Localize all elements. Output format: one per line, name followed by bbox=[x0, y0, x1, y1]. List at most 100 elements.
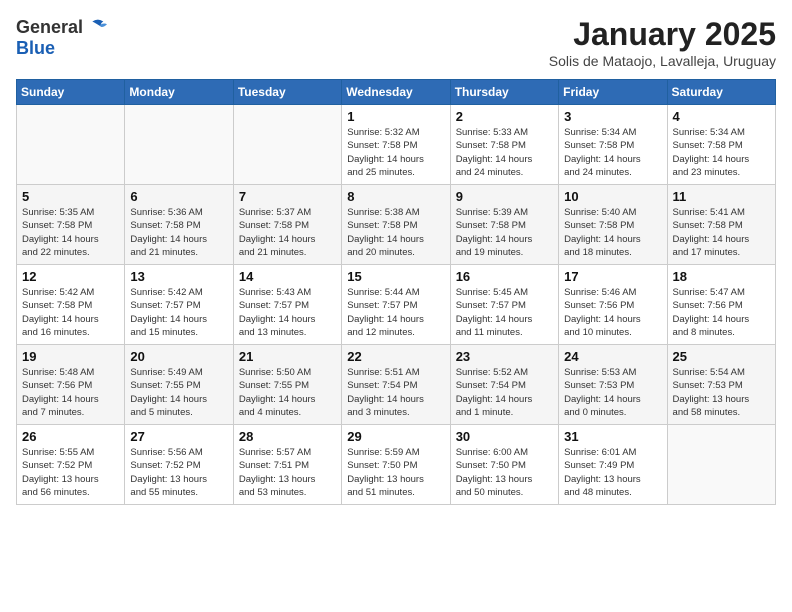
day-number: 21 bbox=[239, 349, 336, 364]
title-area: January 2025 Solis de Mataojo, Lavalleja… bbox=[549, 16, 776, 69]
calendar-cell: 9Sunrise: 5:39 AMSunset: 7:58 PMDaylight… bbox=[450, 185, 558, 265]
calendar-cell: 16Sunrise: 5:45 AMSunset: 7:57 PMDayligh… bbox=[450, 265, 558, 345]
day-number: 18 bbox=[673, 269, 770, 284]
day-number: 3 bbox=[564, 109, 661, 124]
cell-info: Sunrise: 6:01 AMSunset: 7:49 PMDaylight:… bbox=[564, 446, 661, 499]
calendar-cell: 6 Sunrise: 5:36 AMSunset: 7:58 PMDaylight… bbox=[125, 185, 233, 265]
day-number: 15 bbox=[347, 269, 444, 284]
day-number: 28 bbox=[239, 429, 336, 444]
calendar-cell: 19 Sunrise: 5:48 AMSunset: 7:56 PMDayligh… bbox=[17, 345, 125, 425]
day-number: 7 bbox=[239, 189, 336, 204]
cell-info: Sunrise: 5:38 AMSunset: 7:58 PMDaylight:… bbox=[347, 206, 444, 259]
day-number: 26 bbox=[22, 429, 119, 444]
cell-info: Sunrise: 5:33 AMSunset: 7:58 PMDaylight:… bbox=[456, 126, 553, 179]
day-number: 17 bbox=[564, 269, 661, 284]
day-number: 6 bbox=[130, 189, 227, 204]
calendar-week-row: 12 Sunrise: 5:42 AMSunset: 7:58 PMDayligh… bbox=[17, 265, 776, 345]
weekday-header: Thursday bbox=[450, 80, 558, 105]
calendar-week-row: 19 Sunrise: 5:48 AMSunset: 7:56 PMDayligh… bbox=[17, 345, 776, 425]
weekday-header: Saturday bbox=[667, 80, 775, 105]
day-number: 9 bbox=[456, 189, 553, 204]
cell-info: Sunrise: 5:41 AMSunset: 7:58 PMDaylight:… bbox=[673, 206, 770, 259]
calendar-cell: 28 Sunrise: 5:57 AMSunset: 7:51 PMDayligh… bbox=[233, 425, 341, 505]
cell-info: Sunrise: 5:55 AMSunset: 7:52 PMDaylight:… bbox=[22, 446, 119, 499]
cell-info: Sunrise: 5:49 AMSunset: 7:55 PMDaylight:… bbox=[130, 366, 227, 419]
logo: General Blue bbox=[16, 16, 107, 59]
cell-info: Sunrise: 5:56 AMSunset: 7:52 PMDaylight:… bbox=[130, 446, 227, 499]
logo-blue-text: Blue bbox=[16, 38, 55, 58]
day-number: 4 bbox=[673, 109, 770, 124]
cell-info: Sunrise: 5:52 AMSunset: 7:54 PMDaylight:… bbox=[456, 366, 553, 419]
cell-info: Sunrise: 5:57 AMSunset: 7:51 PMDaylight:… bbox=[239, 446, 336, 499]
calendar-header: SundayMondayTuesdayWednesdayThursdayFrid… bbox=[17, 80, 776, 105]
calendar-cell: 2 Sunrise: 5:33 AMSunset: 7:58 PMDaylight… bbox=[450, 105, 558, 185]
day-number: 29 bbox=[347, 429, 444, 444]
day-number: 12 bbox=[22, 269, 119, 284]
weekday-header: Wednesday bbox=[342, 80, 450, 105]
cell-info: Sunrise: 5:46 AMSunset: 7:56 PMDaylight:… bbox=[564, 286, 661, 339]
calendar-cell: 26 Sunrise: 5:55 AMSunset: 7:52 PMDayligh… bbox=[17, 425, 125, 505]
calendar-cell: 14 Sunrise: 5:43 AMSunset: 7:57 PMDayligh… bbox=[233, 265, 341, 345]
cell-info: Sunrise: 5:36 AMSunset: 7:58 PMDaylight:… bbox=[130, 206, 227, 259]
cell-info: Sunrise: 5:54 AMSunset: 7:53 PMDaylight:… bbox=[673, 366, 770, 419]
calendar-cell: 29 Sunrise: 5:59 AMSunset: 7:50 PMDayligh… bbox=[342, 425, 450, 505]
cell-info: Sunrise: 5:42 AMSunset: 7:58 PMDaylight:… bbox=[22, 286, 119, 339]
cell-info: Sunrise: 5:53 AMSunset: 7:53 PMDaylight:… bbox=[564, 366, 661, 419]
calendar-cell bbox=[17, 105, 125, 185]
weekday-header: Sunday bbox=[17, 80, 125, 105]
day-number: 10 bbox=[564, 189, 661, 204]
calendar-cell: 13 Sunrise: 5:42 AMSunset: 7:57 PMDayligh… bbox=[125, 265, 233, 345]
cell-info: Sunrise: 5:32 AMSunset: 7:58 PMDaylight:… bbox=[347, 126, 444, 179]
day-number: 24 bbox=[564, 349, 661, 364]
day-number: 22 bbox=[347, 349, 444, 364]
calendar-week-row: 26 Sunrise: 5:55 AMSunset: 7:52 PMDayligh… bbox=[17, 425, 776, 505]
day-number: 19 bbox=[22, 349, 119, 364]
day-number: 2 bbox=[456, 109, 553, 124]
calendar-cell: 22Sunrise: 5:51 AMSunset: 7:54 PMDayligh… bbox=[342, 345, 450, 425]
weekday-header: Monday bbox=[125, 80, 233, 105]
calendar-cell: 4 Sunrise: 5:34 AMSunset: 7:58 PMDaylight… bbox=[667, 105, 775, 185]
cell-info: Sunrise: 5:37 AMSunset: 7:58 PMDaylight:… bbox=[239, 206, 336, 259]
calendar-cell bbox=[125, 105, 233, 185]
day-number: 8 bbox=[347, 189, 444, 204]
calendar-cell: 15 Sunrise: 5:44 AMSunset: 7:57 PMDayligh… bbox=[342, 265, 450, 345]
weekday-header: Tuesday bbox=[233, 80, 341, 105]
calendar-cell: 1Sunrise: 5:32 AMSunset: 7:58 PMDaylight… bbox=[342, 105, 450, 185]
day-number: 25 bbox=[673, 349, 770, 364]
weekday-header: Friday bbox=[559, 80, 667, 105]
calendar-cell: 24 Sunrise: 5:53 AMSunset: 7:53 PMDayligh… bbox=[559, 345, 667, 425]
day-number: 27 bbox=[130, 429, 227, 444]
calendar-cell: 10 Sunrise: 5:40 AMSunset: 7:58 PMDayligh… bbox=[559, 185, 667, 265]
page-header: General Blue January 2025 Solis de Matao… bbox=[16, 16, 776, 69]
month-title: January 2025 bbox=[549, 16, 776, 53]
cell-info: Sunrise: 5:42 AMSunset: 7:57 PMDaylight:… bbox=[130, 286, 227, 339]
cell-info: Sunrise: 5:47 AMSunset: 7:56 PMDaylight:… bbox=[673, 286, 770, 339]
calendar-table: SundayMondayTuesdayWednesdayThursdayFrid… bbox=[16, 79, 776, 505]
cell-info: Sunrise: 5:45 AMSunset: 7:57 PMDaylight:… bbox=[456, 286, 553, 339]
day-number: 20 bbox=[130, 349, 227, 364]
weekday-header-row: SundayMondayTuesdayWednesdayThursdayFrid… bbox=[17, 80, 776, 105]
calendar-cell: 3Sunrise: 5:34 AMSunset: 7:58 PMDaylight… bbox=[559, 105, 667, 185]
calendar-cell bbox=[667, 425, 775, 505]
day-number: 30 bbox=[456, 429, 553, 444]
calendar-cell: 31Sunrise: 6:01 AMSunset: 7:49 PMDayligh… bbox=[559, 425, 667, 505]
cell-info: Sunrise: 5:48 AMSunset: 7:56 PMDaylight:… bbox=[22, 366, 119, 419]
day-number: 14 bbox=[239, 269, 336, 284]
calendar-cell: 23Sunrise: 5:52 AMSunset: 7:54 PMDayligh… bbox=[450, 345, 558, 425]
cell-info: Sunrise: 5:34 AMSunset: 7:58 PMDaylight:… bbox=[673, 126, 770, 179]
day-number: 13 bbox=[130, 269, 227, 284]
logo-general-text: General bbox=[16, 17, 83, 38]
calendar-cell: 12 Sunrise: 5:42 AMSunset: 7:58 PMDayligh… bbox=[17, 265, 125, 345]
calendar-cell bbox=[233, 105, 341, 185]
calendar-cell: 5Sunrise: 5:35 AMSunset: 7:58 PMDaylight… bbox=[17, 185, 125, 265]
calendar-body: 1Sunrise: 5:32 AMSunset: 7:58 PMDaylight… bbox=[17, 105, 776, 505]
calendar-cell: 27 Sunrise: 5:56 AMSunset: 7:52 PMDayligh… bbox=[125, 425, 233, 505]
day-number: 11 bbox=[673, 189, 770, 204]
cell-info: Sunrise: 5:43 AMSunset: 7:57 PMDaylight:… bbox=[239, 286, 336, 339]
cell-info: Sunrise: 5:59 AMSunset: 7:50 PMDaylight:… bbox=[347, 446, 444, 499]
calendar-cell: 21Sunrise: 5:50 AMSunset: 7:55 PMDayligh… bbox=[233, 345, 341, 425]
cell-info: Sunrise: 5:40 AMSunset: 7:58 PMDaylight:… bbox=[564, 206, 661, 259]
location-subtitle: Solis de Mataojo, Lavalleja, Uruguay bbox=[549, 53, 776, 69]
cell-info: Sunrise: 5:44 AMSunset: 7:57 PMDaylight:… bbox=[347, 286, 444, 339]
calendar-cell: 30Sunrise: 6:00 AMSunset: 7:50 PMDayligh… bbox=[450, 425, 558, 505]
